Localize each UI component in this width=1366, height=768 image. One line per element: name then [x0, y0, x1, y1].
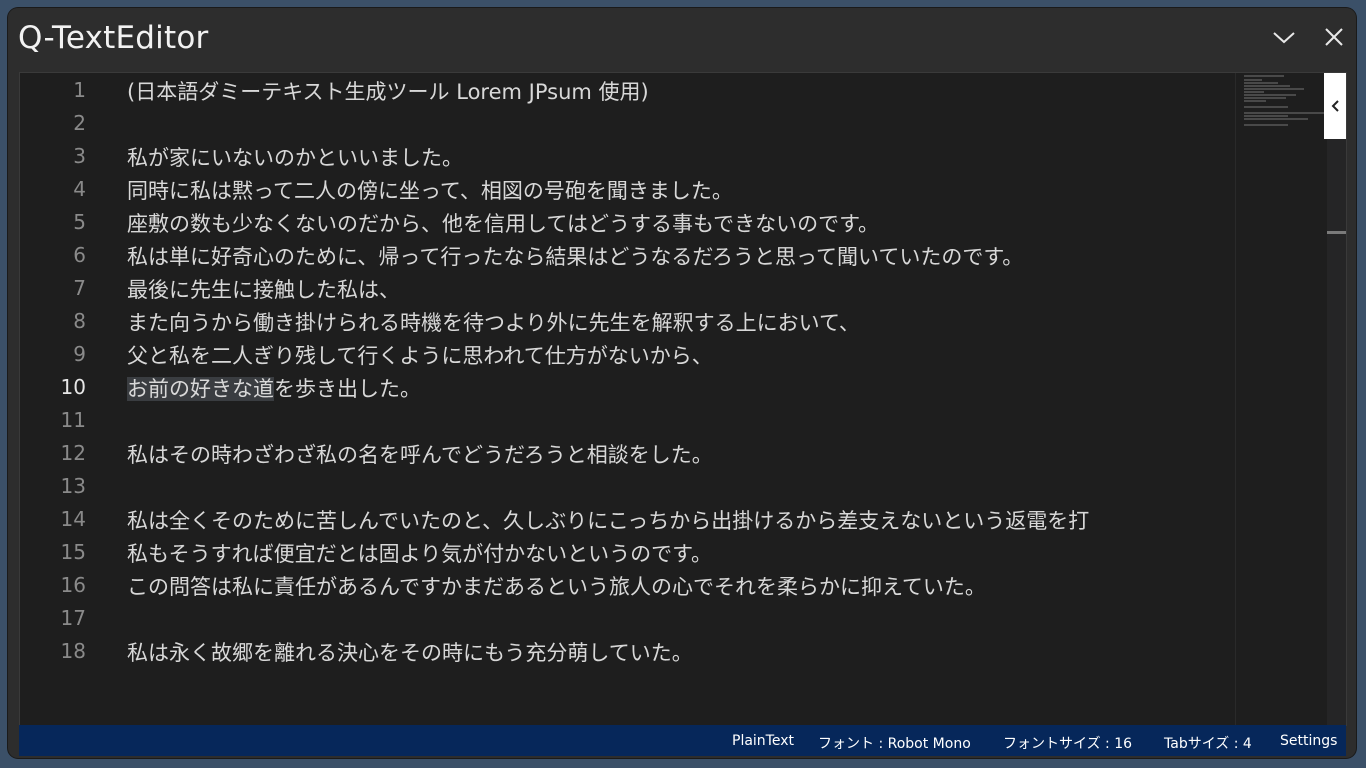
editor-line[interactable]: 12 私はその時わざわざ私の名を呼んでどうだろうと相談をした。: [20, 436, 1235, 469]
editor-line[interactable]: 15 私もそうすれば便宜だとは固より気が付かないというのです。: [20, 535, 1235, 568]
line-text[interactable]: 私はその時わざわざ私の名を呼んでどうだろうと相談をした。: [127, 439, 713, 469]
line-text[interactable]: また向うから働き掛けられる時機を待つより外に先生を解釈する上において、: [127, 307, 860, 337]
line-number: 7: [73, 276, 86, 300]
line-number-active: 10: [60, 375, 86, 399]
font-setting[interactable]: フォント : Robot Mono: [818, 733, 971, 753]
line-text[interactable]: 私は永く故郷を離れる決心をその時にもう充分萌していた。: [127, 637, 693, 667]
line-text[interactable]: 最後に先生に接触した私は、: [127, 274, 400, 304]
scrollbar-thumb[interactable]: [1327, 231, 1346, 234]
editor-window: Q-TextEditor 1 (日本語ダミーテキスト生成ツール Lorem JP…: [8, 8, 1356, 758]
line-number: 2: [73, 111, 86, 135]
line-number: 12: [60, 441, 86, 465]
minimap-line: [1244, 106, 1288, 108]
chevron-left-icon: [1331, 100, 1339, 112]
text-editor-area[interactable]: 1 (日本語ダミーテキスト生成ツール Lorem JPsum 使用) 2 3 私…: [19, 72, 1347, 726]
minimap-line: [1244, 94, 1296, 96]
line-number: 17: [60, 606, 86, 630]
line-number: 14: [60, 507, 86, 531]
title-bar[interactable]: Q-TextEditor: [8, 8, 1356, 70]
minimap[interactable]: [1235, 73, 1328, 726]
minimap-line: [1244, 82, 1278, 84]
minimap-line: [1244, 112, 1324, 114]
line-text[interactable]: 父と私を二人ぎり残して行くように思われて仕方がないから、: [127, 340, 713, 370]
editor-lines[interactable]: 1 (日本語ダミーテキスト生成ツール Lorem JPsum 使用) 2 3 私…: [20, 73, 1235, 726]
minimap-line: [1244, 75, 1284, 77]
line-number: 1: [73, 78, 86, 102]
editor-line[interactable]: 5 座敷の数も少なくないのだから、他を信用してはどうする事もできないのです。: [20, 205, 1235, 238]
line-number: 16: [60, 573, 86, 597]
line-text[interactable]: 私は単に好奇心のために、帰って行ったなら結果はどうなるだろうと思って聞いていたの…: [127, 241, 1023, 271]
line-text[interactable]: お前の好きな道を歩き出した。: [127, 373, 421, 403]
editor-line[interactable]: 1 (日本語ダミーテキスト生成ツール Lorem JPsum 使用): [20, 73, 1235, 106]
line-number: 6: [73, 243, 86, 267]
line-number: 18: [60, 639, 86, 663]
line-number: 4: [73, 177, 86, 201]
editor-line[interactable]: 8 また向うから働き掛けられる時機を待つより外に先生を解釈する上において、: [20, 304, 1235, 337]
font-size-setting[interactable]: フォントサイズ : 16: [1003, 733, 1132, 753]
editor-line[interactable]: 16 この問答は私に責任があるんですかまだあるという旅人の心でそれを柔らかに抑え…: [20, 568, 1235, 601]
line-number: 11: [60, 408, 86, 432]
editor-line[interactable]: 13: [20, 469, 1235, 502]
line-text[interactable]: 私が家にいないのかといいました。: [127, 142, 463, 172]
tab-size-setting[interactable]: Tabサイズ : 4: [1164, 733, 1252, 753]
line-text[interactable]: 同時に私は黙って二人の傍に坐って、相図の号砲を聞きました。: [127, 175, 733, 205]
editor-line[interactable]: 14 私は全くそのために苦しんでいたのと、久しぶりにこっちから出掛けるから差支え…: [20, 502, 1235, 535]
window-title: Q-TextEditor: [18, 20, 209, 56]
editor-line[interactable]: 2: [20, 106, 1235, 139]
line-number: 8: [73, 309, 86, 333]
line-number: 3: [73, 144, 86, 168]
line-text[interactable]: この問答は私に責任があるんですかまだあるという旅人の心でそれを柔らかに抑えていた…: [127, 571, 986, 601]
minimap-line: [1244, 79, 1262, 81]
line-text[interactable]: 座敷の数も少なくないのだから、他を信用してはどうする事もできないのです。: [127, 208, 879, 238]
text-selection[interactable]: お前の好きな道: [127, 377, 274, 401]
line-text[interactable]: 私もそうすれば便宜だとは固より気が付かないというのです。: [127, 538, 712, 568]
line-text-rest[interactable]: を歩き出した。: [274, 377, 421, 401]
editor-line[interactable]: 7 最後に先生に接触した私は、: [20, 271, 1235, 304]
editor-line[interactable]: 6 私は単に好奇心のために、帰って行ったなら結果はどうなるだろうと思って聞いてい…: [20, 238, 1235, 271]
minimap-line: [1244, 115, 1288, 117]
line-text[interactable]: 私は全くそのために苦しんでいたのと、久しぶりにこっちから出掛けるから差支えないと…: [127, 505, 1089, 535]
panel-toggle-button[interactable]: [1324, 73, 1346, 139]
settings-button[interactable]: Settings: [1280, 733, 1337, 749]
minimap-line: [1244, 85, 1290, 87]
editor-line[interactable]: 11: [20, 403, 1235, 436]
chevron-down-icon: [1273, 32, 1295, 44]
minimap-line: [1244, 118, 1308, 120]
collapse-button[interactable]: [1269, 22, 1299, 52]
line-text[interactable]: (日本語ダミーテキスト生成ツール Lorem JPsum 使用): [127, 76, 649, 106]
editor-line[interactable]: 3 私が家にいないのかといいました。: [20, 139, 1235, 172]
close-icon: [1325, 28, 1343, 46]
minimap-line: [1244, 91, 1264, 93]
line-number: 9: [73, 342, 86, 366]
editor-line-active[interactable]: 10 お前の好きな道を歩き出した。: [20, 370, 1235, 403]
line-number: 15: [60, 540, 86, 564]
minimap-line: [1244, 97, 1286, 99]
editor-line[interactable]: 17: [20, 601, 1235, 634]
close-button[interactable]: [1319, 22, 1349, 52]
minimap-line: [1244, 124, 1288, 126]
vertical-scrollbar[interactable]: [1327, 73, 1346, 726]
minimap-line: [1244, 100, 1266, 102]
minimap-line: [1244, 88, 1304, 90]
editor-line[interactable]: 18 私は永く故郷を離れる決心をその時にもう充分萌していた。: [20, 634, 1235, 667]
status-bar: PlainText フォント : Robot Mono フォントサイズ : 16…: [19, 725, 1346, 756]
line-number: 5: [73, 210, 86, 234]
language-mode[interactable]: PlainText: [732, 733, 794, 749]
editor-line[interactable]: 4 同時に私は黙って二人の傍に坐って、相図の号砲を聞きました。: [20, 172, 1235, 205]
editor-line[interactable]: 9 父と私を二人ぎり残して行くように思われて仕方がないから、: [20, 337, 1235, 370]
line-number: 13: [60, 474, 86, 498]
